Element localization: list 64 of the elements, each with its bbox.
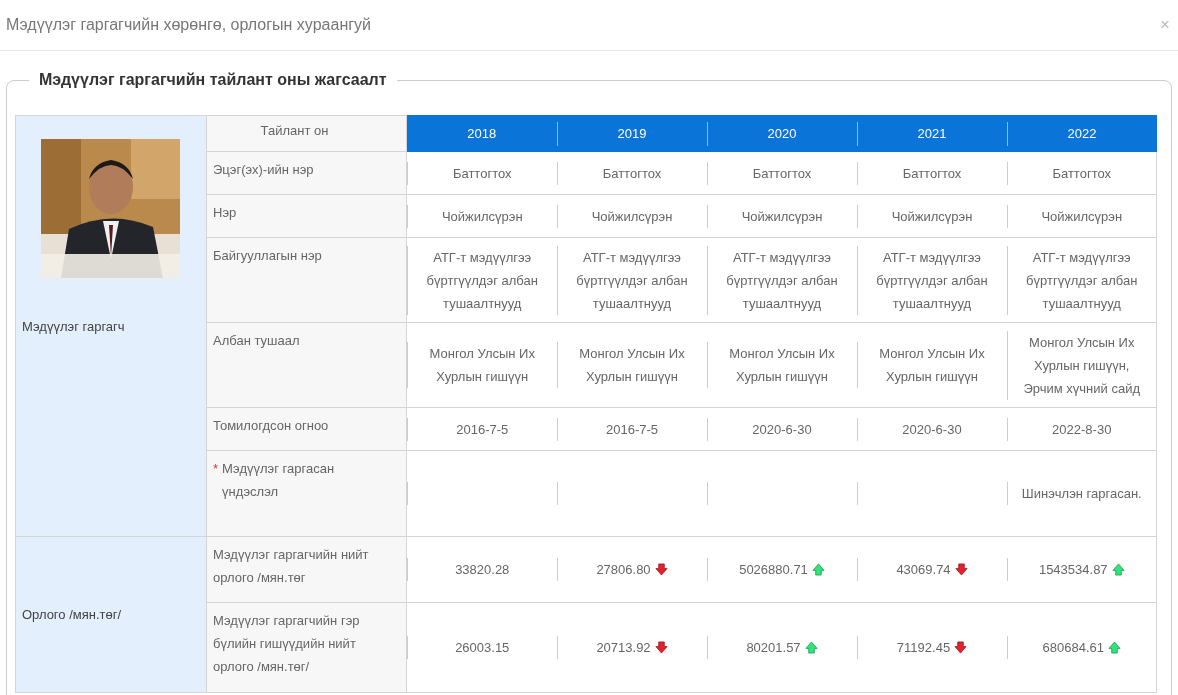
year-header: 2020: [706, 121, 857, 146]
table-cell-text: АТГ-т мэдүүлгээ бүртгүүлдэг албан тушаалтнууд: [425, 248, 539, 313]
table-cell-text: 5026880.71: [739, 561, 808, 579]
table-cell-text: Баттогтох: [1052, 164, 1112, 183]
table-cell-text: 27806.80: [596, 561, 651, 579]
table-cell-text: Чойжилсүрэн: [441, 207, 523, 226]
table-cell-text: Монгол Улсын Их Хурлын гишүүн, Эрчим хүчний сайд: [1022, 333, 1141, 398]
table-cell-text: 43069.74: [896, 561, 951, 579]
header-label: Тайлант он: [206, 115, 407, 152]
table-cell-text: АТГ-т мэдүүлгээ бүртгүүлдэг албан тушаалтнууд: [575, 248, 689, 313]
table-cell-text: 80201.57: [746, 639, 801, 657]
required-mark: *: [213, 460, 219, 478]
table-cell-text: 2016-7-5: [456, 420, 509, 439]
section-label: Мэдүүлэг гаргагч: [22, 318, 126, 334]
row-label: Нэр: [213, 204, 237, 222]
year-header: 2021: [856, 121, 1007, 146]
table-cell-text: 33820.28: [455, 561, 510, 579]
arrow-down-icon: [954, 563, 968, 576]
table-cell-text: Чойжилсүрэн: [741, 207, 823, 226]
table-cell-text: 680684.61: [1042, 639, 1104, 657]
arrow-up-icon: [811, 563, 825, 576]
table-cell-text: Чойжилсүрэн: [1041, 207, 1123, 226]
year-header: 2019: [556, 121, 707, 146]
table-cell-text: Баттогтох: [752, 164, 812, 183]
dialog-title: Мэдүүлэг гаргагчийн хөрөнгө, орлогын хураангуй: [6, 16, 371, 34]
row-label: Албан тушаал: [213, 332, 300, 350]
year-header: 2022: [1006, 121, 1157, 146]
arrow-up-icon: [1111, 563, 1125, 576]
table-cell-text: Шинэчлэн гаргасан.: [1021, 485, 1142, 503]
table-cell-text: Чойжилсүрэн: [891, 207, 973, 226]
arrow-down-icon: [954, 641, 968, 654]
table-cell-text: АТГ-т мэдүүлгээ бүртгүүлдэг албан тушаалтнууд: [1025, 248, 1139, 313]
table-cell-text: Чойжилсүрэн: [591, 207, 673, 226]
table-cell-text: 1543534.87: [1038, 561, 1108, 579]
table-cell-text: АТГ-т мэдүүлгээ бүртгүүлдэг албан тушаалтнууд: [875, 248, 989, 313]
row-label: Байгууллагын нэр: [213, 247, 322, 265]
table-cell-text: Баттогтох: [452, 164, 512, 183]
row-label: Мэдүүлэг гаргасан үндэслэл: [222, 460, 336, 501]
table-cell-text: Монгол Улсын Их Хурлын гишүүн: [728, 345, 836, 386]
table-cell-text: 20713.92: [596, 639, 651, 657]
arrow-up-icon: [1107, 641, 1121, 654]
arrow-down-icon: [654, 563, 668, 576]
table-cell-text: Монгол Улсын Их Хурлын гишүүн: [578, 345, 686, 386]
row-label: Томилогдсон огноо: [213, 417, 329, 435]
table-cell-text: Баттогтох: [902, 164, 962, 183]
table-cell-text: Монгол Улсын Их Хурлын гишүүн: [878, 345, 986, 386]
row-label: Мэдүүлэг гаргагчийн гэр бүлийн гишүүдийн нийт орлого /мян.төг/: [213, 612, 361, 676]
table-cell-text: 71192.45: [896, 639, 951, 657]
arrow-down-icon: [654, 641, 668, 654]
year-header: 2018: [466, 124, 498, 143]
section-label: Орлого /мян.төг/: [22, 607, 123, 622]
table-cell-text: 26003.15: [455, 639, 510, 657]
close-button[interactable]: ×: [1160, 15, 1170, 35]
table-cell-text: 2022-8-30: [1052, 420, 1112, 439]
table-cell-text: 2020-6-30: [902, 420, 962, 439]
table-cell-text: 2020-6-30: [752, 420, 812, 439]
row-label: Мэдүүлэг гаргагчийн нийт орлого /мян.төг: [213, 546, 370, 587]
arrow-up-icon: [804, 641, 818, 654]
table-cell-text: АТГ-т мэдүүлгээ бүртгүүлдэг албан тушаалтнууд: [725, 248, 839, 313]
table-cell-text: Монгол Улсын Их Хурлын гишүүн: [428, 345, 536, 386]
row-label: Эцэг(эх)-ийн нэр: [213, 161, 314, 179]
fieldset-legend: Мэдүүлэг гаргагчийн тайлант оны жагсаалт: [29, 71, 397, 89]
table-cell-text: 2016-7-5: [605, 420, 658, 439]
table-cell-text: Баттогтох: [602, 164, 662, 183]
